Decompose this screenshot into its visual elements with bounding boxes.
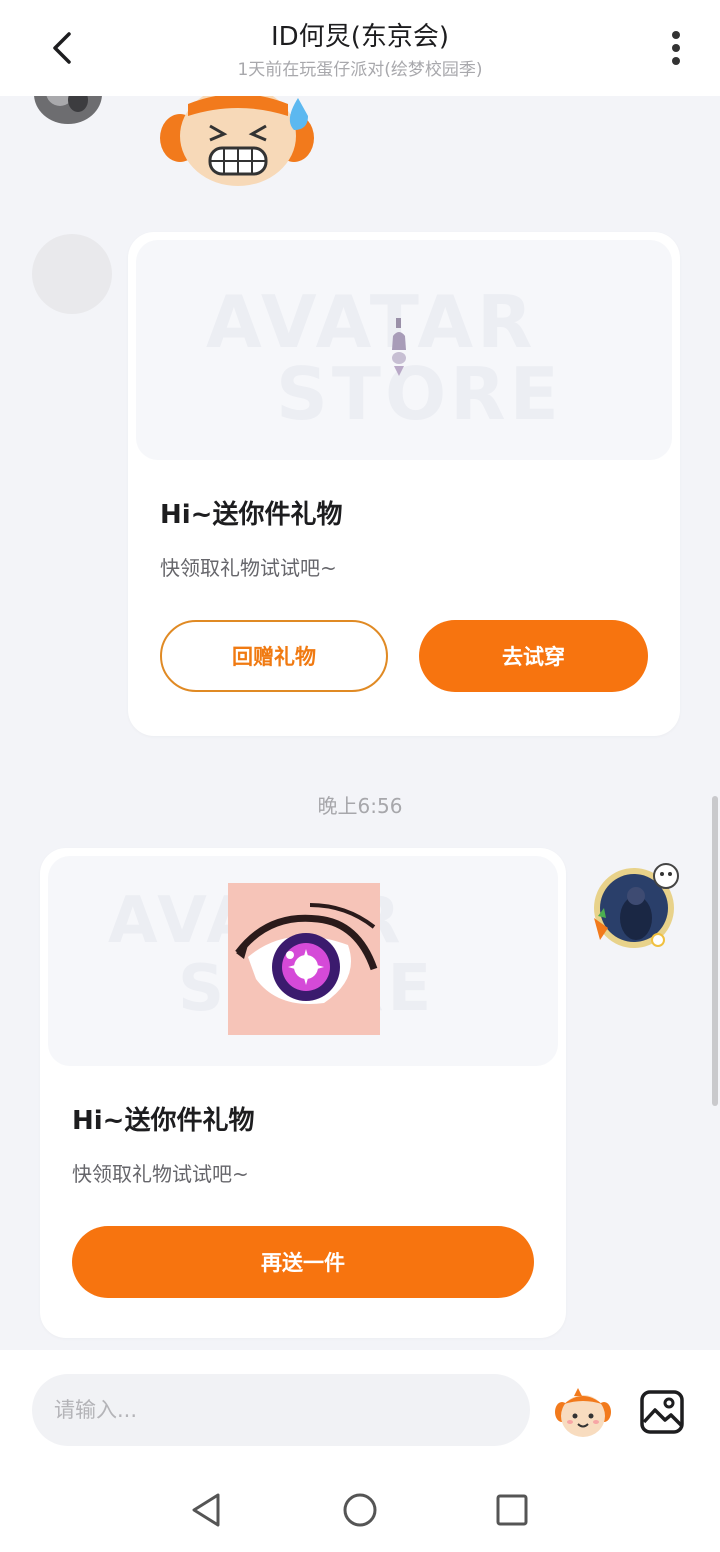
message-input[interactable] — [32, 1374, 530, 1446]
my-avatar[interactable] — [586, 856, 686, 956]
my-avatar-image — [594, 863, 679, 948]
watermark-store: STORE — [276, 352, 563, 436]
gift-item-image — [392, 318, 406, 376]
more-button[interactable] — [650, 22, 702, 74]
gift-card-sent[interactable]: AVATAR STORE Hi~送你件礼物 快领取礼物试试吧~ 再送一件 — [40, 848, 566, 1338]
return-gift-button[interactable]: 回赠礼物 — [160, 620, 388, 692]
nav-recents-icon[interactable] — [492, 1490, 532, 1530]
gift-banner: AVATAR STORE — [136, 240, 672, 460]
send-again-button[interactable]: 再送一件 — [72, 1226, 534, 1298]
emoji-sticker-icon[interactable] — [554, 1386, 612, 1440]
system-nav-bar — [0, 1464, 720, 1552]
chat-subtitle: 1天前在玩蛋仔派对(绘梦校园季) — [237, 60, 483, 80]
more-vertical-icon — [672, 31, 680, 65]
gift-card-title: Hi~送你件礼物 — [72, 1106, 255, 1136]
gift-card-title: Hi~送你件礼物 — [160, 500, 343, 530]
try-on-button[interactable]: 去试穿 — [419, 620, 648, 692]
gift-card-received[interactable]: AVATAR STORE Hi~送你件礼物 快领取礼物试试吧~ 回赠礼物 去试穿 — [128, 232, 680, 736]
image-icon[interactable] — [638, 1388, 686, 1436]
nav-back-icon[interactable] — [186, 1490, 226, 1530]
chat-title: ID何炅(东京会) — [271, 22, 449, 52]
friend-avatar[interactable] — [30, 96, 104, 130]
message-timestamp: 晚上6:56 — [317, 794, 403, 818]
gift-card-description: 快领取礼物试试吧~ — [72, 1162, 249, 1186]
friend-avatar-placeholder[interactable] — [32, 234, 112, 314]
chat-area[interactable]: AVATAR STORE Hi~送你件礼物 快领取礼物试试吧~ 回赠礼物 去试穿… — [0, 96, 720, 1350]
sticker-image — [160, 96, 314, 186]
scrollbar[interactable] — [712, 796, 718, 1106]
nav-home-icon[interactable] — [340, 1490, 380, 1530]
gift-card-description: 快领取礼物试试吧~ — [160, 556, 337, 580]
chat-header: ID何炅(东京会) 1天前在玩蛋仔派对(绘梦校园季) — [0, 0, 720, 96]
gift-eye-image — [228, 883, 380, 1035]
gift-banner: AVATAR STORE — [48, 856, 558, 1066]
friend-avatar-image — [34, 96, 102, 124]
input-bar — [0, 1350, 720, 1464]
